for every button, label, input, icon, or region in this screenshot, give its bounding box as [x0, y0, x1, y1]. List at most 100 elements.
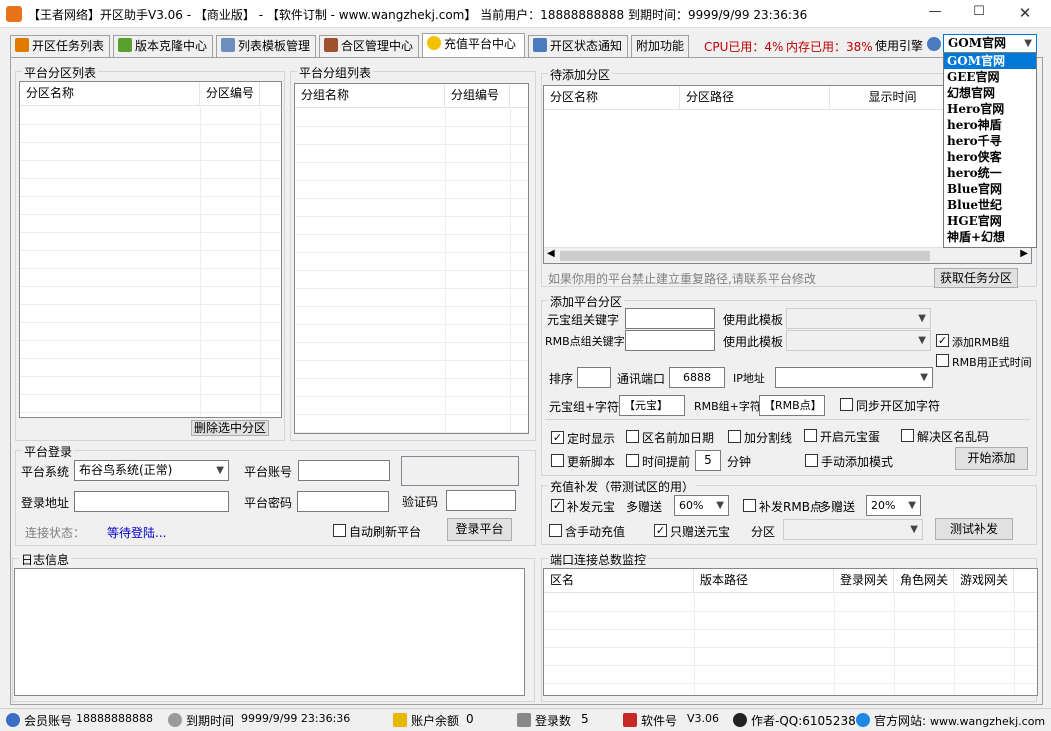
col-version-path[interactable]: 版本路径	[694, 569, 834, 593]
template-select-1[interactable]: ▼	[786, 308, 931, 329]
software-number-item: 软件号	[623, 712, 677, 729]
tab-version-clone[interactable]: 版本克隆中心	[113, 35, 213, 57]
time-ahead-checkbox[interactable]	[626, 454, 639, 467]
engine-option[interactable]: 神盾+幻想	[944, 229, 1036, 245]
update-script-checkbox[interactable]	[551, 454, 564, 467]
port-input[interactable]: 6888	[669, 367, 725, 388]
timed-show-label: 定时显示	[567, 432, 616, 446]
split-line-checkbox[interactable]	[728, 430, 741, 443]
title-bar: 【王者网络】开区助手V3.06 - 【商业版】 - 【软件订制 - www.wa…	[0, 0, 1051, 28]
login-platform-button[interactable]: 登录平台	[447, 518, 512, 541]
col-role-gate[interactable]: 角色网关	[894, 569, 954, 593]
tab-list-template[interactable]: 列表模板管理	[216, 35, 316, 57]
scroll-left-icon[interactable]: ◀	[547, 248, 555, 259]
platform-account-input[interactable]	[298, 460, 390, 481]
include-manual-checkbox[interactable]	[549, 524, 562, 537]
engine-option[interactable]: hero统一	[944, 165, 1036, 181]
captcha-image[interactable]	[401, 456, 519, 486]
tab-merge-zone[interactable]: 合区管理中心	[319, 35, 419, 57]
maximize-button[interactable]: ☐	[964, 4, 994, 24]
resend-rmb-checkbox[interactable]	[743, 499, 756, 512]
tab-extra-functions[interactable]: 附加功能	[631, 35, 689, 57]
col-display-time[interactable]: 显示时间	[830, 86, 950, 110]
col-zone-name[interactable]: 分区名称	[20, 82, 200, 106]
tab-recharge-platform[interactable]: 充值平台中心	[422, 33, 525, 57]
template-select-2[interactable]: ▼	[786, 330, 931, 351]
platform-group-list[interactable]: 分组名称 分组编号	[294, 83, 529, 434]
platform-zone-list[interactable]: 分区名称 分区编号	[19, 81, 282, 418]
scrollbar-thumb[interactable]	[560, 251, 930, 261]
list-rows	[544, 594, 1037, 695]
log-textarea[interactable]	[14, 568, 525, 696]
ip-address-select[interactable]: ▼	[775, 367, 933, 388]
use-template-label-2: 使用此模板	[723, 335, 784, 349]
fetch-task-zones-button[interactable]: 获取任务分区	[934, 268, 1018, 288]
official-site-value[interactable]: www.wangzhekj.com	[930, 715, 1045, 728]
platform-system-select[interactable]: 布谷鸟系统(正常) ▼	[74, 460, 229, 481]
timed-show-checkbox[interactable]: ✓	[551, 431, 564, 444]
engine-select[interactable]: GOM官网 ▼	[943, 34, 1037, 53]
tab-zone-status-notify[interactable]: 开区状态通知	[528, 35, 628, 57]
minimize-button[interactable]: —	[920, 4, 950, 24]
engine-option[interactable]: Blue官网	[944, 181, 1036, 197]
engine-option[interactable]: Blue世纪	[944, 197, 1036, 213]
col-zone-number[interactable]: 分区编号	[200, 82, 260, 106]
login-address-input[interactable]	[74, 491, 229, 512]
engine-option[interactable]: hero侠客	[944, 149, 1036, 165]
only-yb-checkbox[interactable]: ✓	[654, 524, 667, 537]
engine-option[interactable]: Hero官网	[944, 101, 1036, 117]
test-resend-button[interactable]: 测试补发	[935, 518, 1013, 540]
add-rmb-group-checkbox[interactable]: ✓	[936, 334, 949, 347]
rmb-suffix-input[interactable]: 【RMB点】	[759, 395, 825, 416]
grid-line	[510, 109, 511, 433]
engine-option[interactable]: GEE官网	[944, 69, 1036, 85]
engine-option[interactable]: hero神盾	[944, 117, 1036, 133]
fix-garbled-checkbox[interactable]	[901, 429, 914, 442]
engine-option[interactable]: GOM官网	[944, 53, 1036, 69]
rmb-formal-time-checkbox[interactable]	[936, 354, 949, 367]
yb-suffix-label: 元宝组+字符	[549, 400, 620, 414]
chevron-down-icon: ▼	[216, 465, 224, 476]
split-line-label: 加分割线	[744, 431, 793, 445]
delete-selected-zone-button[interactable]: 删除选中分区	[191, 420, 269, 436]
clock-icon	[15, 38, 29, 52]
zone-select[interactable]: ▼	[783, 519, 923, 540]
yb-suffix-input[interactable]: 【元宝】	[619, 395, 685, 416]
yb-keyword-input[interactable]	[625, 308, 715, 329]
captcha-input[interactable]	[446, 490, 516, 511]
col-game-gate[interactable]: 游戏网关	[954, 569, 1014, 593]
manual-add-checkbox[interactable]	[805, 454, 818, 467]
close-button[interactable]: ✕	[1010, 4, 1040, 24]
sync-suffix-checkbox[interactable]	[840, 398, 853, 411]
date-before-name-checkbox[interactable]	[626, 430, 639, 443]
col-login-gate[interactable]: 登录网关	[834, 569, 894, 593]
notice-icon	[533, 38, 547, 52]
scroll-right-icon[interactable]: ▶	[1020, 248, 1028, 259]
extra-percent-select-1[interactable]: 60% ▼	[674, 495, 729, 516]
engine-option[interactable]: hero千寻	[944, 133, 1036, 149]
rmb-keyword-input[interactable]	[625, 330, 715, 351]
col-group-name[interactable]: 分组名称	[295, 84, 445, 108]
time-ahead-input[interactable]: 5	[695, 450, 721, 471]
col-group-number[interactable]: 分组编号	[445, 84, 510, 108]
engine-option[interactable]: HGE官网	[944, 213, 1036, 229]
col-zone-name[interactable]: 区名	[544, 569, 694, 593]
col-zone-name[interactable]: 分区名称	[544, 86, 680, 110]
col-zone-path[interactable]: 分区路径	[680, 86, 830, 110]
port-monitor-list[interactable]: 区名 版本路径 登录网关 角色网关 游戏网关	[543, 568, 1038, 696]
tab-open-task-list[interactable]: 开区任务列表	[10, 35, 110, 57]
add-rmb-group-label: 添加RMB组	[952, 336, 1010, 349]
official-site-item[interactable]: 官方网站: www.wangzhekj.com	[856, 712, 1045, 729]
platform-system-label: 平台系统	[21, 465, 70, 479]
extra-percent-select-2[interactable]: 20% ▼	[866, 495, 921, 516]
connection-status-value: 等待登陆...	[107, 526, 167, 540]
engine-option[interactable]: 幻想官网	[944, 85, 1036, 101]
resend-yb-checkbox[interactable]: ✓	[551, 499, 564, 512]
list-icon	[221, 38, 235, 52]
platform-password-input[interactable]	[297, 491, 389, 512]
sort-input[interactable]	[577, 367, 611, 388]
horizontal-scrollbar[interactable]: ◀ ▶	[544, 247, 1031, 263]
start-add-button[interactable]: 开始添加	[955, 447, 1028, 470]
open-yb-egg-checkbox[interactable]	[804, 429, 817, 442]
auto-refresh-checkbox[interactable]	[333, 524, 346, 537]
